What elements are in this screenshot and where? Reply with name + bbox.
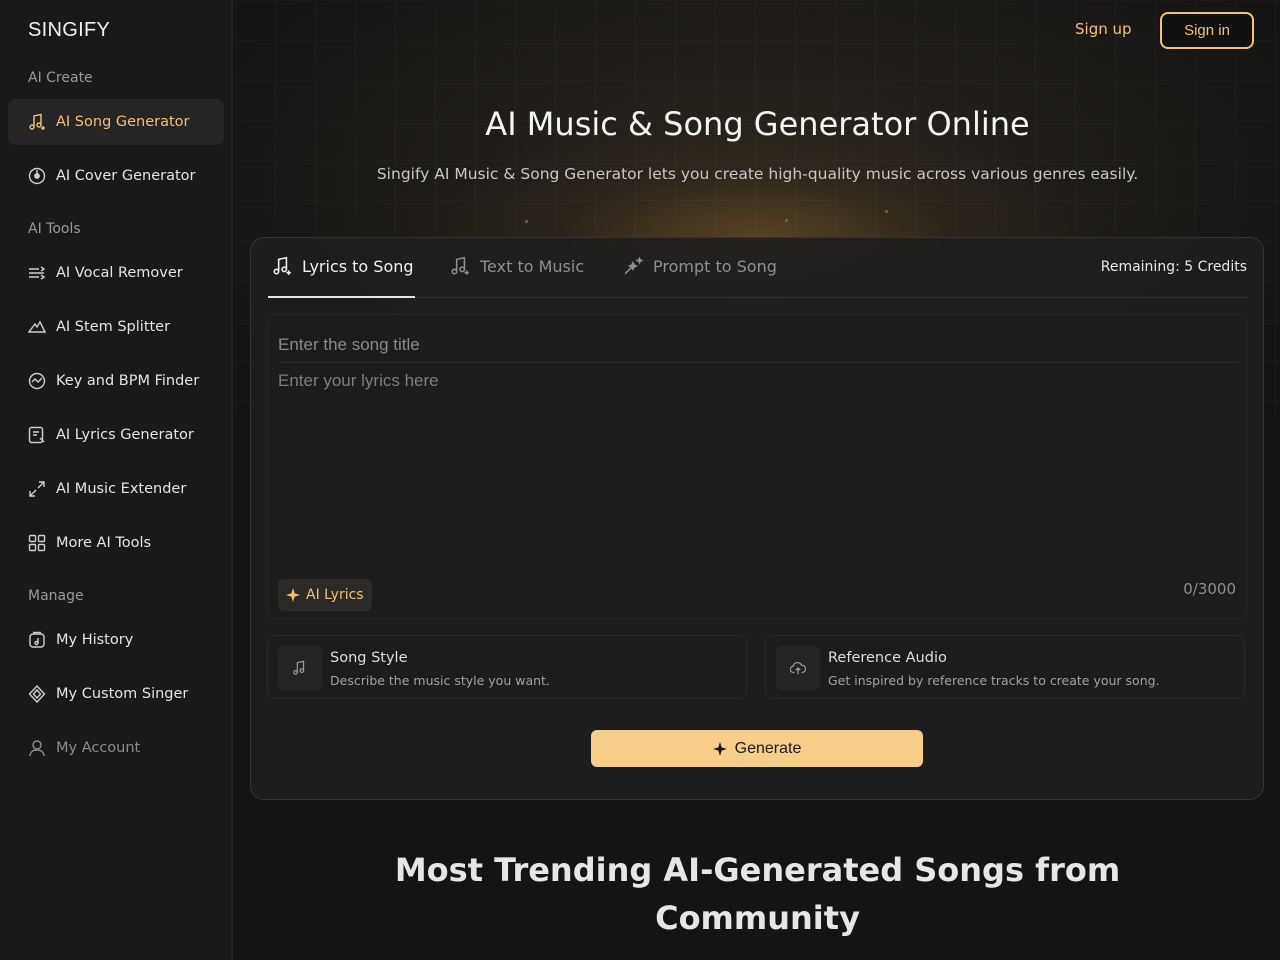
- gauge-icon: [28, 372, 46, 390]
- option-description: Get inspired by reference tracks to crea…: [828, 673, 1160, 688]
- option-title: Reference Audio: [828, 650, 947, 666]
- tab-prompt-to-song[interactable]: Prompt to Song: [623, 256, 777, 276]
- trending-title-line1: Most Trending AI-Generated Songs from: [394, 851, 1121, 889]
- sidebar-item-ai-song-generator[interactable]: AI Song Generator: [8, 99, 224, 145]
- character-counter: 0/3000: [1183, 580, 1236, 598]
- singer-icon: [28, 685, 46, 703]
- sidebar-item-label: AI Song Generator: [56, 114, 190, 130]
- history-icon: [28, 631, 46, 649]
- sidebar-item-key-bpm-finder[interactable]: Key and BPM Finder: [8, 358, 224, 404]
- sidebar-item-ai-stem-splitter[interactable]: AI Stem Splitter: [8, 304, 224, 350]
- layers-icon: [28, 318, 46, 336]
- main-content: Sign up Sign in AI Music & Song Generato…: [235, 0, 1280, 960]
- decorative-dot: [785, 219, 788, 222]
- option-description: Describe the music style you want.: [330, 673, 550, 688]
- sidebar-item-label: My Custom Singer: [56, 686, 189, 702]
- tab-lyrics-to-song[interactable]: Lyrics to Song: [272, 256, 414, 276]
- user-icon: [28, 739, 46, 757]
- tab-text-to-music[interactable]: Text to Music: [450, 256, 584, 276]
- sidebar: SINGIFY AI Create AI Song Generator AI C…: [0, 0, 233, 960]
- sidebar-item-label: Key and BPM Finder: [56, 373, 200, 389]
- lyrics-icon: [28, 426, 46, 444]
- sidebar-item-label: More AI Tools: [56, 535, 152, 551]
- logo[interactable]: SINGIFY: [28, 19, 110, 42]
- active-tab-indicator: [268, 296, 415, 298]
- sidebar-item-label: AI Vocal Remover: [56, 265, 183, 281]
- section-label-ai-create: AI Create: [28, 70, 93, 86]
- generate-label: Generate: [734, 739, 802, 757]
- generator-card: Lyrics to Song Text to Music Prompt to S…: [250, 237, 1264, 800]
- sign-in-button[interactable]: Sign in: [1160, 12, 1254, 49]
- sidebar-item-label: My History: [56, 632, 134, 648]
- option-title: Song Style: [330, 650, 408, 666]
- upload-cloud-icon: [776, 646, 820, 690]
- disc-icon: [28, 167, 46, 185]
- ai-lyrics-label: AI Lyrics: [306, 587, 364, 603]
- sidebar-item-label: My Account: [56, 740, 141, 756]
- section-label-manage: Manage: [28, 588, 84, 604]
- tab-label: Text to Music: [480, 256, 585, 276]
- generate-button[interactable]: Generate: [591, 730, 923, 767]
- sidebar-item-label: AI Stem Splitter: [56, 319, 171, 335]
- page-subtitle: Singify AI Music & Song Generator lets y…: [376, 165, 1139, 183]
- sidebar-item-label: AI Cover Generator: [56, 168, 196, 184]
- trending-title-line2: Community: [655, 899, 860, 937]
- music-note-icon: [450, 256, 470, 276]
- tab-label: Prompt to Song: [653, 256, 777, 276]
- ai-lyrics-button[interactable]: AI Lyrics: [278, 579, 372, 611]
- lyrics-editor: AI Lyrics 0/3000: [267, 314, 1247, 619]
- sparkle-icon: [712, 741, 727, 756]
- sidebar-item-label: AI Lyrics Generator: [56, 427, 194, 443]
- sidebar-item-ai-music-extender[interactable]: AI Music Extender: [8, 466, 224, 512]
- tab-label: Lyrics to Song: [302, 256, 414, 276]
- credits-remaining: Remaining: 5 Credits: [1100, 259, 1247, 275]
- sidebar-item-more-ai-tools[interactable]: More AI Tools: [8, 520, 224, 566]
- expand-icon: [28, 480, 46, 498]
- sign-up-link[interactable]: Sign up: [1075, 20, 1132, 38]
- magic-wand-icon: [623, 256, 644, 276]
- sidebar-item-label: AI Music Extender: [56, 481, 187, 497]
- trending-section-title: Most Trending AI-Generated Songs from Co…: [235, 846, 1280, 942]
- sidebar-item-my-history[interactable]: My History: [8, 617, 224, 663]
- sidebar-item-my-account[interactable]: My Account: [8, 725, 224, 771]
- song-title-input[interactable]: [278, 327, 1238, 363]
- grid-icon: [28, 534, 46, 552]
- music-note-plus-icon: [28, 113, 46, 131]
- section-label-ai-tools: AI Tools: [28, 221, 81, 237]
- sidebar-item-my-custom-singer[interactable]: My Custom Singer: [8, 671, 224, 717]
- song-style-option[interactable]: Song Style Describe the music style you …: [267, 635, 747, 699]
- sparkle-icon: [286, 588, 300, 602]
- page-title: AI Music & Song Generator Online: [485, 105, 1030, 143]
- reference-audio-option[interactable]: Reference Audio Get inspired by referenc…: [765, 635, 1245, 699]
- music-note-plus-icon: [272, 256, 292, 276]
- sidebar-item-ai-vocal-remover[interactable]: AI Vocal Remover: [8, 250, 224, 296]
- decorative-dot: [885, 210, 888, 213]
- music-note-icon: [278, 646, 322, 690]
- decorative-dot: [525, 220, 528, 223]
- sidebar-item-ai-lyrics-generator[interactable]: AI Lyrics Generator: [8, 412, 224, 458]
- split-icon: [28, 264, 46, 282]
- lyrics-textarea[interactable]: [278, 371, 1238, 571]
- sidebar-item-ai-cover-generator[interactable]: AI Cover Generator: [8, 153, 224, 199]
